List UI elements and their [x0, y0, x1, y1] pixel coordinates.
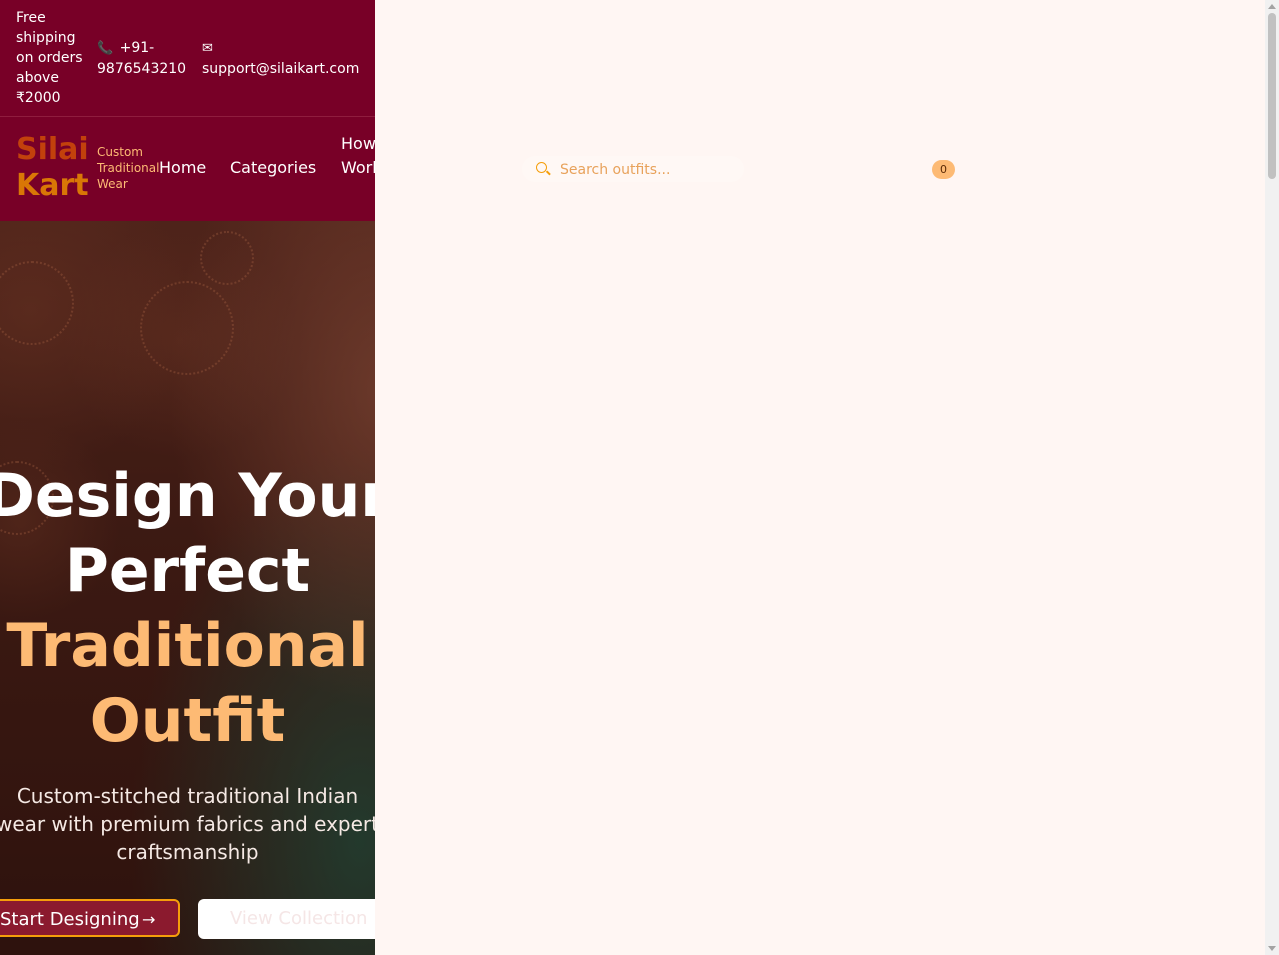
hero-title-line-1: Design Your — [0, 461, 375, 531]
hero-motif — [0, 261, 74, 345]
scroll-up-icon[interactable] — [1268, 4, 1276, 9]
free-shipping-text: Free shipping on orders above ₹2000 — [16, 10, 83, 106]
search-bar — [522, 156, 744, 184]
cart-count-badge[interactable]: 0 — [932, 160, 955, 179]
hero-subtitle: Custom-stitched traditional Indian wear … — [0, 784, 375, 864]
nav-how-it-works[interactable]: How It Works — [341, 132, 375, 180]
hero-title-line-3: Traditional — [6, 611, 369, 681]
mail-icon: ✉ — [202, 41, 213, 56]
email-contact[interactable]: ✉ support@silaikart.com — [202, 38, 372, 79]
view-collection-button[interactable]: View Collection — [198, 899, 375, 939]
view-collection-label: View Collection — [230, 908, 368, 929]
hero-title: Design Your Perfect Traditional Outfit — [0, 459, 375, 759]
left-column: Free shipping on orders above ₹2000 📞 +9… — [0, 0, 375, 955]
phone-icon: 📞 — [97, 41, 114, 56]
brand-tagline: Custom Traditional Wear — [97, 145, 160, 191]
email-address: support@silaikart.com — [202, 61, 360, 77]
scroll-down-icon[interactable] — [1268, 946, 1276, 951]
nav-categories[interactable]: Categories — [230, 156, 316, 180]
logo-word-1: Silai — [16, 132, 89, 167]
hero-motif — [140, 281, 234, 375]
search-icon — [536, 162, 547, 173]
hero-motif — [200, 231, 254, 285]
arrow-right-icon: → — [142, 910, 156, 929]
page-scrollbar[interactable] — [1265, 0, 1279, 955]
search-input[interactable] — [558, 156, 742, 184]
main-navbar: Silai Kart Custom Traditional Wear Home … — [0, 117, 375, 221]
start-designing-label: Start Designing — [0, 909, 140, 930]
hero-title-line-2: Perfect — [64, 536, 311, 606]
logo-word-2: Kart — [16, 168, 89, 203]
start-designing-button[interactable]: Start Designing → — [0, 899, 180, 937]
scrollbar-thumb[interactable] — [1268, 13, 1276, 179]
nav-home[interactable]: Home — [159, 156, 206, 180]
site-logo[interactable]: Silai Kart — [16, 132, 96, 204]
phone-contact[interactable]: 📞 +91-9876543210 — [97, 38, 193, 79]
hero-section: Design Your Perfect Traditional Outfit C… — [0, 221, 375, 955]
announcement-bar: Free shipping on orders above ₹2000 📞 +9… — [0, 0, 375, 117]
hero-title-line-4: Outfit — [89, 686, 286, 756]
